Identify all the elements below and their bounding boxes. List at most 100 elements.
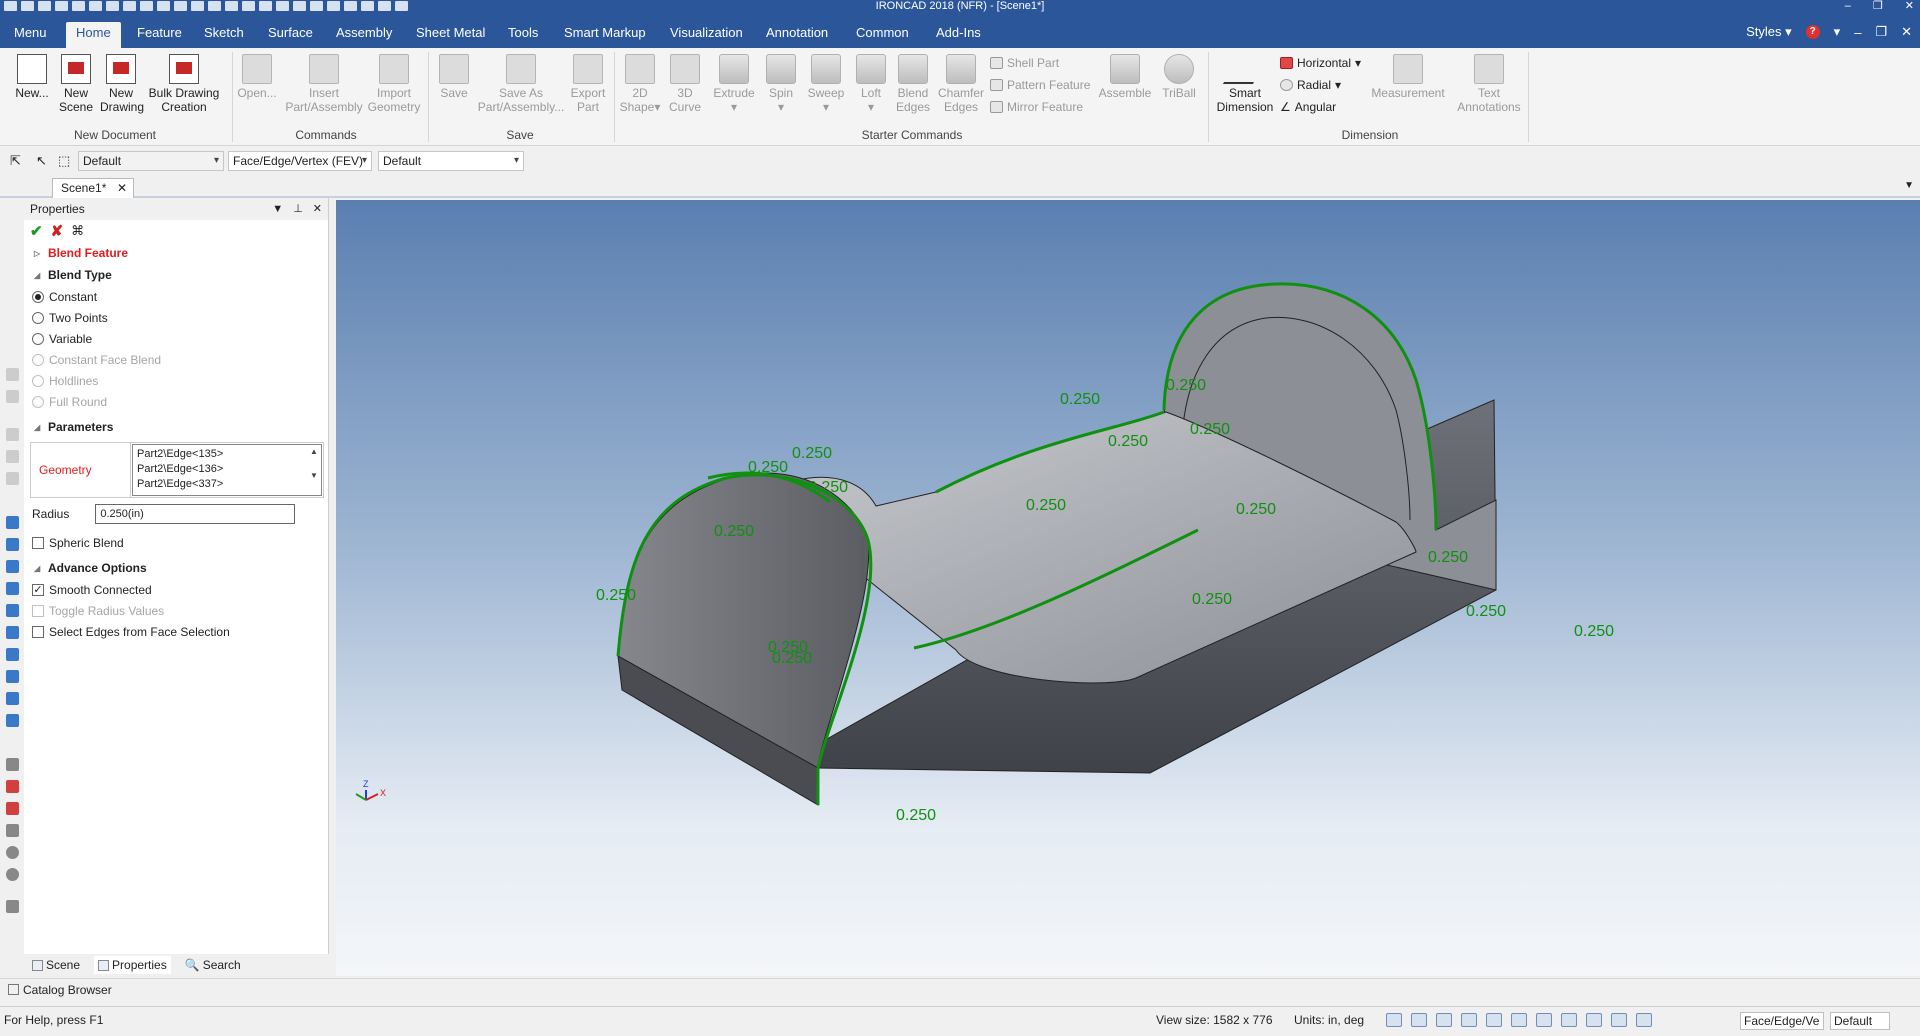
panel-close-icon[interactable]: ✕ [313,198,322,220]
hole-shape-icon[interactable] [6,648,19,661]
blend-edges-button[interactable]: Blend Edges [892,54,934,114]
save-as-button[interactable]: Save As Part/Assembly... [476,54,566,114]
tab-tools[interactable]: Tools [498,22,548,48]
blend-type-constant[interactable]: Constant [24,286,328,307]
panel-menu-icon[interactable]: ▼ [272,198,283,220]
spheric-blend-checkbox[interactable]: Spheric Blend [24,532,328,553]
orient-icon[interactable] [1486,1013,1502,1027]
3d-curve-button[interactable]: 3D Curve [664,54,706,114]
tool-icon[interactable] [6,758,19,771]
blend-type-header[interactable]: ◢ Blend Type [24,264,328,286]
dimension-label[interactable]: 0.250 [596,587,636,604]
dimension-label[interactable]: 0.250 [1060,391,1100,408]
tool-icon[interactable] [6,802,19,815]
ok-check-icon[interactable]: ✔ [30,222,43,240]
blend-feature-header[interactable]: ▷ Blend Feature [24,242,328,264]
dimension-label[interactable]: 0.250 [1574,623,1614,640]
select-tool-icon[interactable]: ⇱ [10,153,21,169]
new-scene-button[interactable]: New Scene [56,54,96,114]
pointer-icon[interactable]: ↖ [36,153,47,169]
light-icon[interactable] [1611,1013,1627,1027]
insert-part-assembly-button[interactable]: Insert Part/Assembly [284,54,364,114]
select-edges-from-face-checkbox[interactable]: Select Edges from Face Selection [24,621,328,642]
status-select-mode[interactable]: Face/Edge/Ve [1740,1012,1824,1030]
dimension-label[interactable]: 0.250 [1190,421,1230,438]
blend-type-holdlines[interactable]: Holdlines [24,370,328,391]
dimension-label[interactable]: 0.250 [1166,377,1206,394]
tool-icon[interactable] [6,846,19,859]
dimension-label[interactable]: 0.250 [1466,603,1506,620]
geometry-list[interactable]: Part2\Edge<135> Part2\Edge<136> Part2\Ed… [132,444,322,496]
tool-icon[interactable] [6,390,19,403]
pin-icon[interactable]: ⊥ [293,198,303,220]
dimension-label[interactable]: 0.250 [772,650,812,667]
zoom-icon[interactable] [1386,1013,1402,1027]
maximize-button[interactable]: ❐ [1873,0,1883,13]
panel-tab-properties[interactable]: Properties [94,956,171,974]
view-cube-icon[interactable] [1461,1013,1477,1027]
render-style-select[interactable]: Default [378,151,524,171]
doc-close-icon[interactable]: ✕ [1901,24,1912,40]
dimension-label[interactable]: 0.250 [1236,501,1276,518]
tool-icon[interactable] [6,368,19,381]
tab-common[interactable]: Common [846,22,919,48]
torus-shape-icon[interactable] [6,604,19,617]
help-icon[interactable]: ? [1805,25,1820,39]
plate-shape-icon[interactable] [6,714,19,727]
spin-button[interactable]: Spin ▾ [760,54,802,114]
chamfer-edges-button[interactable]: Chamfer Edges [936,54,986,114]
assemble-button[interactable]: Assemble [1096,54,1154,100]
smart-dimension-button[interactable]: Smart Dimension [1214,54,1276,114]
dimension-label[interactable]: 0.250 [1192,591,1232,608]
horizontal-dimension-button[interactable]: Horizontal ▾ [1280,56,1361,70]
save-button[interactable]: Save [434,54,474,100]
pattern-feature-button[interactable]: Pattern Feature [990,78,1090,92]
ribbon-options-icon[interactable]: ▾ [1834,24,1841,40]
list-item[interactable]: Part2\Edge<135> [137,447,317,462]
tab-assembly[interactable]: Assembly [326,22,402,48]
blend-type-variable[interactable]: Variable [24,328,328,349]
blend-type-full-round[interactable]: Full Round [24,391,328,412]
bulk-drawing-creation-button[interactable]: Bulk Drawing Creation [146,54,222,114]
tab-surface[interactable]: Surface [258,22,323,48]
section-icon[interactable] [1561,1013,1577,1027]
tab-sketch[interactable]: Sketch [194,22,254,48]
display-icon[interactable] [1586,1013,1602,1027]
dimension-label[interactable]: 0.250 [808,479,848,496]
toggle-radius-values-checkbox[interactable]: Toggle Radius Values [24,600,328,621]
measurement-button[interactable]: Measurement [1368,54,1448,100]
zoom-window-icon[interactable] [1411,1013,1427,1027]
mirror-feature-button[interactable]: Mirror Feature [990,100,1083,114]
tool-icon[interactable] [6,428,19,441]
dimension-label[interactable]: 0.250 [714,523,754,540]
new-button[interactable]: New... [12,54,52,100]
cylinder-shape-icon[interactable] [6,538,19,551]
close-button[interactable]: ✕ [1905,0,1914,13]
radial-dimension-button[interactable]: Radial ▾ [1280,78,1341,92]
list-scrollbar[interactable]: ▲ ▼ [308,446,320,494]
pointer-select-icon[interactable] [1636,1013,1652,1027]
tab-menu[interactable]: Menu [4,22,57,48]
dimension-label[interactable]: 0.250 [792,445,832,462]
doc-restore-icon[interactable]: ❐ [1875,24,1887,40]
selection-filter-select[interactable]: Face/Edge/Vertex (FEV) [228,151,372,171]
tool-icon[interactable] [6,472,19,485]
sphere-shape-icon[interactable] [6,582,19,595]
tab-smart-markup[interactable]: Smart Markup [554,22,656,48]
render-mode-icon[interactable] [1436,1013,1452,1027]
open-button[interactable]: Open... [236,54,278,100]
extrude-button[interactable]: Extrude ▾ [710,54,758,114]
dimension-label[interactable]: 0.250 [896,807,936,824]
close-tab-icon[interactable]: ✕ [117,179,127,197]
standard-view-icon[interactable] [1511,1013,1527,1027]
status-style-select[interactable]: Default [1830,1012,1890,1030]
advance-options-header[interactable]: ◢ Advance Options [24,557,328,579]
catalog-browser-bar[interactable]: Catalog Browser [0,978,1920,1002]
panel-tab-scene[interactable]: Scene [32,958,80,972]
tab-visualization[interactable]: Visualization [660,22,753,48]
radius-input[interactable]: 0.250(in) [95,504,296,524]
text-annotations-button[interactable]: Text Annotations [1452,54,1526,114]
minimize-button[interactable]: – [1845,0,1851,13]
cancel-x-icon[interactable]: ✘ [51,222,64,240]
import-geometry-button[interactable]: Import Geometry [366,54,422,114]
